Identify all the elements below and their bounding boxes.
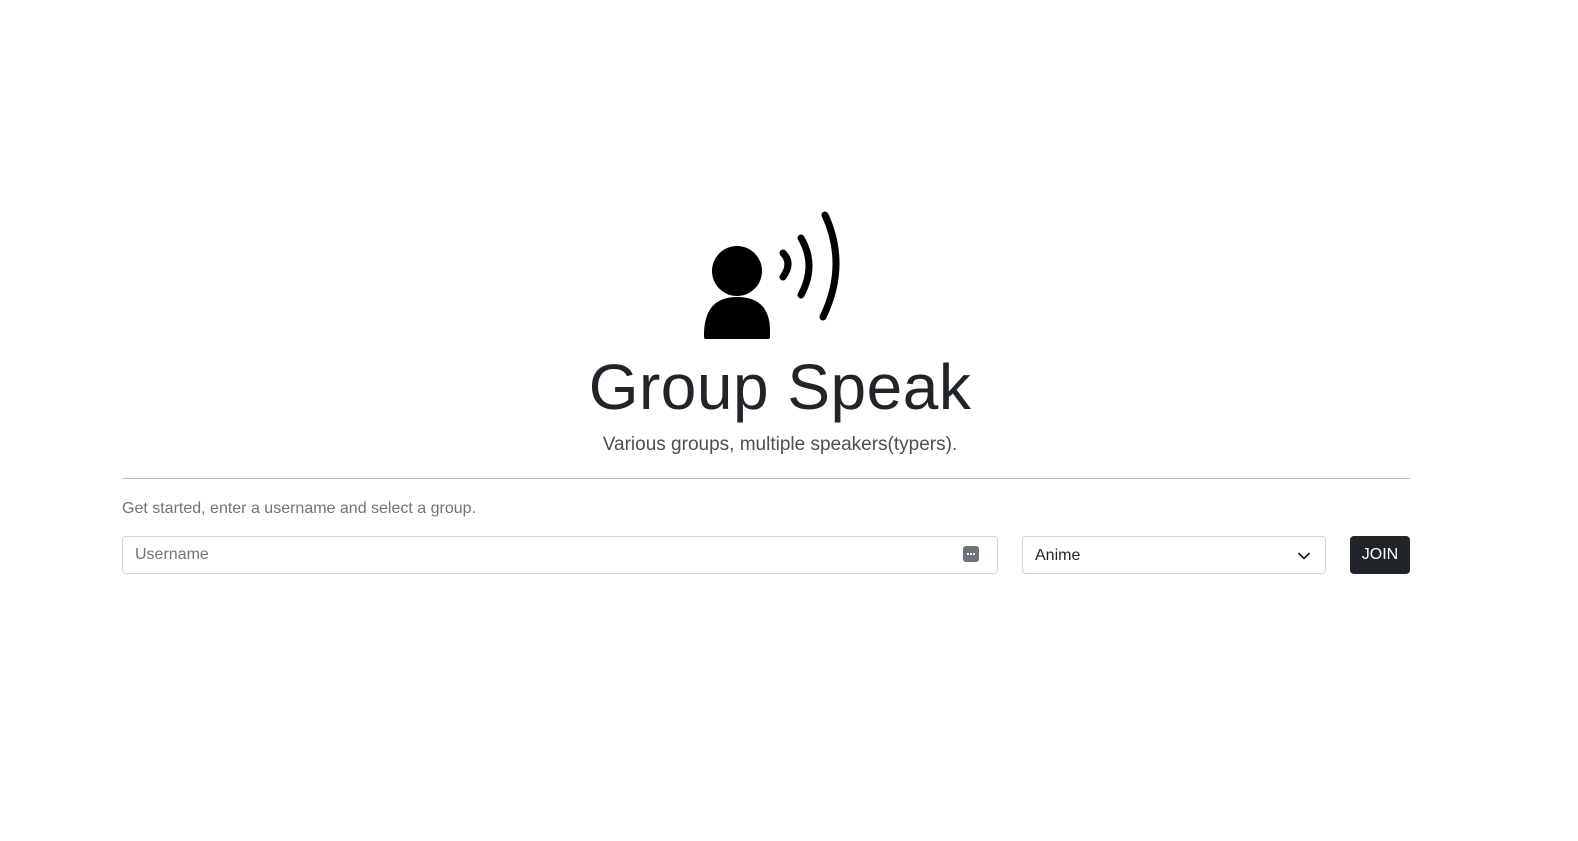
person-speaking-icon — [704, 211, 840, 339]
username-field[interactable] — [122, 536, 998, 574]
hero: Group Speak Various groups, multiple spe… — [0, 205, 1560, 457]
page-title: Group Speak — [588, 351, 972, 423]
group-select[interactable]: Anime — [1022, 536, 1326, 574]
helper-text: Get started, enter a username and select… — [122, 500, 476, 517]
page-subtitle: Various groups, multiple speakers(typers… — [602, 434, 958, 455]
join-button[interactable]: JOIN — [1350, 536, 1410, 574]
page: Group Speak Various groups, multiple spe… — [0, 0, 1578, 841]
password-manager-icon[interactable] — [963, 546, 979, 562]
group-select-value: Anime — [1035, 547, 1081, 564]
chevron-down-icon — [1298, 552, 1310, 560]
username-input[interactable] — [123, 537, 967, 573]
divider — [122, 478, 1410, 479]
join-form: Anime JOIN — [122, 536, 1410, 574]
